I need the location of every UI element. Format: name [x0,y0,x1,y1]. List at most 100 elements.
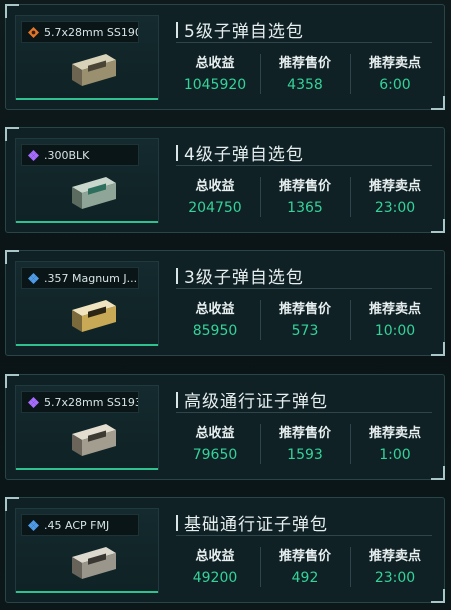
ammo-box-icon [72,424,116,456]
stat-label: 总收益 [195,426,235,441]
stat-label: 推荐售价 [278,179,331,194]
item-slot[interactable]: 5.7x28mm SS190 [15,15,159,100]
stats-row: 总收益 85950 推荐售价 573 推荐卖点 10:00 [170,298,440,346]
title-accent-bar [176,21,178,38]
rarity-blue-icon [28,272,39,284]
ammo-box-icon [72,177,116,209]
pack-title: 4级子弹自选包 [184,145,304,165]
stat-value: 573 [291,323,319,339]
stats-row: 总收益 49200 推荐售价 492 推荐卖点 23:00 [170,545,440,593]
item-name-tag: .357 Magnum J... [21,267,139,289]
stat-label: 推荐卖点 [368,426,421,441]
title-accent-bar [176,514,178,531]
stats-row: 总收益 1045920 推荐售价 4358 推荐卖点 6:00 [170,52,440,100]
ammo-box-icon [72,547,116,579]
stat-recommended-time: 推荐卖点 23:00 [350,175,440,223]
stats-row: 总收益 79650 推荐售价 1593 推荐卖点 1:00 [170,422,440,470]
stat-label: 总收益 [195,179,235,194]
ammo-pack-card[interactable]: .357 Magnum J... 3级子弹自选包 总收益 85950 推荐售价 … [5,250,445,356]
rarity-purple-icon [28,149,39,161]
item-slot[interactable]: .300BLK [15,138,159,223]
item-name: .45 ACP FMJ [44,518,110,532]
stat-total-profit: 总收益 1045920 [170,52,260,100]
stat-recommended-price: 推荐售价 1365 [260,175,350,223]
title-accent-bar [176,391,178,408]
ammo-box-icon [72,54,116,86]
stat-label: 推荐卖点 [368,302,421,317]
stat-total-profit: 总收益 85950 [170,298,260,346]
stat-recommended-time: 推荐卖点 1:00 [350,422,440,470]
pack-title: 5级子弹自选包 [184,22,304,42]
title-row: 5级子弹自选包 [176,17,432,43]
item-name: .300BLK [44,148,90,162]
stat-value: 6:00 [379,77,411,93]
stat-recommended-time: 推荐卖点 10:00 [350,298,440,346]
stat-value: 23:00 [374,200,416,216]
item-name-tag: .45 ACP FMJ [21,514,139,536]
rarity-underline [16,468,158,470]
stat-total-profit: 总收益 49200 [170,545,260,593]
stat-label: 推荐售价 [278,426,331,441]
item-slot[interactable]: .45 ACP FMJ [15,508,159,593]
stat-value: 85950 [192,323,238,339]
ammo-pack-card[interactable]: .300BLK 4级子弹自选包 总收益 204750 推荐售价 1365 推荐卖… [5,127,445,233]
stat-recommended-price: 推荐售价 492 [260,545,350,593]
ammo-pack-card[interactable]: .45 ACP FMJ 基础通行证子弹包 总收益 49200 推荐售价 492 … [5,497,445,603]
title-accent-bar [176,144,178,161]
stat-total-profit: 总收益 79650 [170,422,260,470]
item-name: 5.7x28mm SS193 [44,395,139,409]
stat-recommended-price: 推荐售价 4358 [260,52,350,100]
stat-value: 4358 [287,77,323,93]
stat-label: 总收益 [195,302,235,317]
stat-recommended-price: 推荐售价 1593 [260,422,350,470]
item-name: 5.7x28mm SS190 [44,25,139,39]
ammo-pack-card[interactable]: 5.7x28mm SS193 高级通行证子弹包 总收益 79650 推荐售价 1… [5,374,445,480]
rarity-underline [16,591,158,593]
rarity-underline [16,98,158,100]
item-name: .357 Magnum J... [44,271,138,285]
rarity-blue-icon [28,519,39,531]
page: { "labels": { "total_profit": "总收益", "re… [0,0,451,610]
stat-label: 推荐售价 [278,302,331,317]
title-row: 基础通行证子弹包 [176,510,432,536]
ammo-box-icon [72,300,116,332]
stat-value: 204750 [188,200,242,216]
item-name-tag: 5.7x28mm SS190 [21,21,139,43]
stat-recommended-time: 推荐卖点 23:00 [350,545,440,593]
item-slot[interactable]: .357 Magnum J... [15,261,159,346]
item-slot[interactable]: 5.7x28mm SS193 [15,385,159,470]
stat-value: 1045920 [183,77,247,93]
rarity-underline [16,344,158,346]
stat-value: 23:00 [374,570,416,586]
item-name-tag: 5.7x28mm SS193 [21,391,139,413]
stat-value: 1365 [287,200,323,216]
stat-value: 492 [291,570,319,586]
stat-value: 79650 [192,447,238,463]
stat-label: 推荐卖点 [368,179,421,194]
stat-label: 总收益 [195,56,235,71]
title-row: 3级子弹自选包 [176,263,432,289]
stat-value: 10:00 [374,323,416,339]
stat-label: 推荐售价 [278,549,331,564]
pack-title: 3级子弹自选包 [184,268,304,288]
pack-title: 基础通行证子弹包 [184,515,328,535]
pack-title: 高级通行证子弹包 [184,392,328,412]
rarity-purple-icon [28,396,39,408]
stat-total-profit: 总收益 204750 [170,175,260,223]
stat-value: 1:00 [379,447,411,463]
stats-row: 总收益 204750 推荐售价 1365 推荐卖点 23:00 [170,175,440,223]
stat-label: 总收益 [195,549,235,564]
stat-label: 推荐售价 [278,56,331,71]
rarity-underline [16,221,158,223]
title-accent-bar [176,267,178,284]
stat-value: 49200 [192,570,238,586]
stat-recommended-time: 推荐卖点 6:00 [350,52,440,100]
stat-label: 推荐卖点 [368,56,421,71]
stat-label: 推荐卖点 [368,549,421,564]
ammo-pack-card[interactable]: 5.7x28mm SS190 5级子弹自选包 总收益 1045920 推荐售价 … [5,4,445,110]
title-row: 4级子弹自选包 [176,140,432,166]
title-row: 高级通行证子弹包 [176,387,432,413]
rarity-orange-icon [28,26,39,38]
item-name-tag: .300BLK [21,144,139,166]
stat-value: 1593 [287,447,323,463]
